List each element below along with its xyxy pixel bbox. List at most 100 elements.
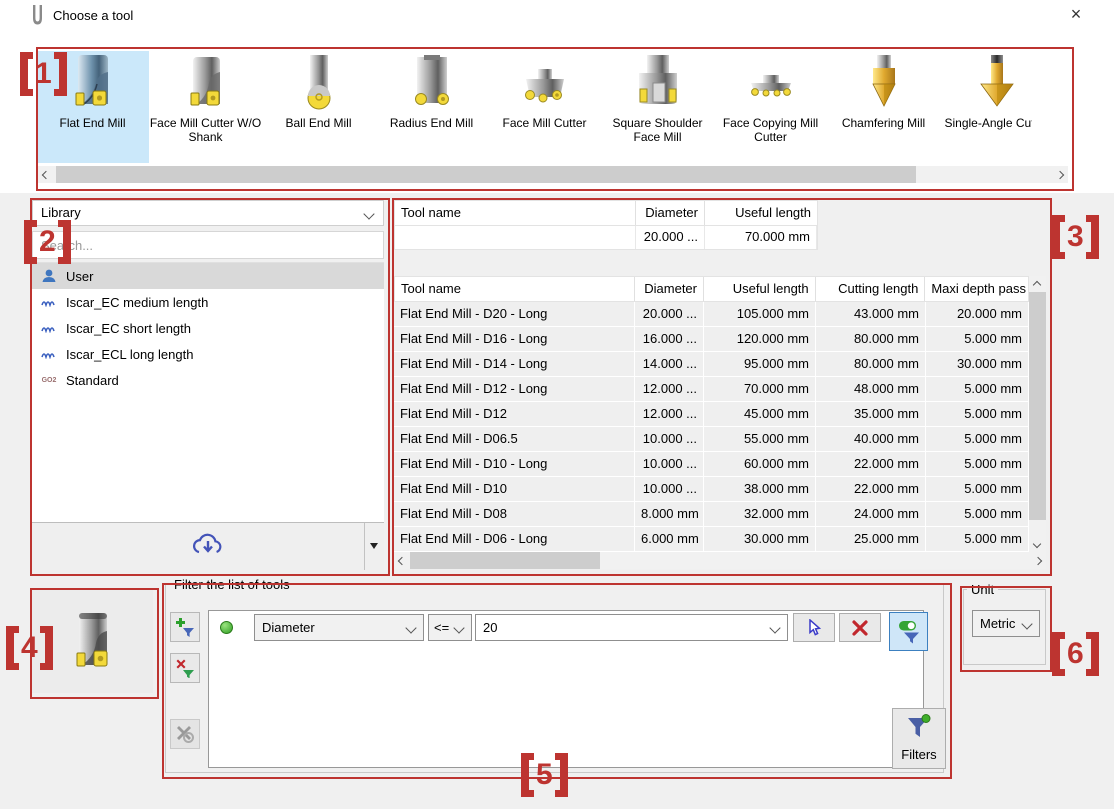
cell-maxi-depth: 5.000 mm <box>926 452 1029 476</box>
tool-type-label: Ball End Mill <box>262 116 375 130</box>
scroll-right-icon[interactable] <box>1052 166 1068 183</box>
add-filter-button[interactable] <box>170 612 200 642</box>
tool-row[interactable]: Flat End Mill - D20 - Long 20.000 ... 10… <box>394 302 1029 327</box>
cell-useful-length: 105.000 mm <box>704 302 816 326</box>
filters-button[interactable]: Filters <box>892 708 946 769</box>
tool-type-radius-end-mill[interactable]: Radius End Mill <box>375 51 488 163</box>
toggle-filter-button[interactable] <box>889 612 928 651</box>
unit-dropdown[interactable]: Metric <box>972 610 1040 637</box>
cell-useful-length: 38.000 mm <box>704 477 816 501</box>
cloud-download-button[interactable] <box>191 532 225 563</box>
filter-criteria-table: Tool name Diameter Useful length 20.000 … <box>394 200 818 250</box>
column-header-maxi-depth-pass[interactable]: Maxi depth pass <box>925 277 1028 301</box>
tool-type-label: Face Mill Cutter <box>488 116 601 130</box>
cell-diameter: 12.000 ... <box>635 377 704 401</box>
filter-field-dropdown[interactable]: Diameter <box>254 614 424 641</box>
library-item-iscar-ec-short[interactable]: Iscar_EC short length <box>32 315 384 341</box>
tool-type-face-mill-cutter-wo-shank[interactable]: Face Mill Cutter W/O Shank <box>149 51 262 163</box>
cell-useful-length: 55.000 mm <box>704 427 816 451</box>
cell-tool-name: Flat End Mill - D06.5 <box>394 427 635 451</box>
tool-type-square-shoulder-face-mill[interactable]: Square Shoulder Face Mill <box>601 51 714 163</box>
scroll-left-icon[interactable] <box>394 552 410 569</box>
cell-cutting-length: 40.000 mm <box>816 427 926 451</box>
filters-icon <box>906 714 932 740</box>
cloud-download-icon <box>191 532 225 558</box>
column-header-tool-name[interactable]: Tool name <box>395 277 635 301</box>
cell-cutting-length: 80.000 mm <box>816 352 926 376</box>
scroll-down-icon[interactable] <box>1029 535 1045 552</box>
library-dropdown[interactable]: Library <box>32 200 384 226</box>
cell-cutting-length: 24.000 mm <box>816 502 926 526</box>
cell-tool-name: Flat End Mill - D06 - Long <box>394 527 635 551</box>
tool-row[interactable]: Flat End Mill - D14 - Long 14.000 ... 95… <box>394 352 1029 377</box>
tool-row[interactable]: Flat End Mill - D08 8.000 mm 32.000 mm 2… <box>394 502 1029 527</box>
tools-table-vertical-scrollbar[interactable] <box>1029 276 1046 552</box>
tool-row[interactable]: Flat End Mill - D12 12.000 ... 45.000 mm… <box>394 402 1029 427</box>
scroll-right-icon[interactable] <box>1030 552 1046 569</box>
filter-value-combobox[interactable]: 20 <box>475 614 788 641</box>
scroll-left-icon[interactable] <box>38 166 54 183</box>
toggle-filter-icon <box>898 620 920 644</box>
choose-a-tool-dialog: Choose a tool × <box>0 0 1114 809</box>
column-header-diameter[interactable]: Diameter <box>636 201 705 225</box>
tool-type-chamfering-mill[interactable]: Chamfering Mill <box>827 51 940 163</box>
filter-table-row[interactable]: 20.000 ... 70.000 mm <box>394 226 818 250</box>
carousel-scrollbar[interactable] <box>38 166 1068 183</box>
filter-value-text: 20 <box>483 620 497 635</box>
tool-type-face-copying-mill-cutter[interactable]: Face Copying Mill Cutter <box>714 51 827 163</box>
library-bar-dropdown[interactable] <box>364 523 384 570</box>
scroll-up-icon[interactable] <box>1029 276 1045 293</box>
filter-operator-dropdown[interactable]: <= <box>428 614 472 641</box>
tool-row[interactable]: Flat End Mill - D12 - Long 12.000 ... 70… <box>394 377 1029 402</box>
horizontal-scrollbar-thumb[interactable] <box>410 552 600 569</box>
tool-row[interactable]: Flat End Mill - D06.5 10.000 ... 55.000 … <box>394 427 1029 452</box>
close-button[interactable]: × <box>1058 1 1094 28</box>
clear-filter-button[interactable] <box>839 613 881 642</box>
column-header-useful-length[interactable]: Useful length <box>704 277 816 301</box>
cell-maxi-depth: 5.000 mm <box>926 477 1029 501</box>
user-icon <box>39 268 59 284</box>
cell-diameter: 8.000 mm <box>635 502 704 526</box>
app-tool-icon <box>31 5 44 30</box>
tool-row[interactable]: Flat End Mill - D10 - Long 10.000 ... 60… <box>394 452 1029 477</box>
library-item-standard[interactable]: GO2 Standard <box>32 367 384 393</box>
cell-maxi-depth: 5.000 mm <box>926 377 1029 401</box>
library-dropdown-value: Library <box>41 205 81 220</box>
cell-maxi-depth: 5.000 mm <box>926 327 1029 351</box>
library-item-iscar-ecl-long[interactable]: Iscar_ECL long length <box>32 341 384 367</box>
search-input[interactable] <box>33 232 383 258</box>
tool-type-face-mill-cutter[interactable]: Face Mill Cutter <box>488 51 601 163</box>
dropdown-arrow-icon <box>370 543 378 549</box>
tool-row[interactable]: Flat End Mill - D10 10.000 ... 38.000 mm… <box>394 477 1029 502</box>
carousel-scrollbar-thumb[interactable] <box>56 166 916 183</box>
column-header-tool-name[interactable]: Tool name <box>395 201 636 225</box>
filter-value-tool-name[interactable] <box>395 226 636 249</box>
pick-value-button[interactable] <box>793 613 835 642</box>
tools-table-horizontal-scrollbar[interactable] <box>394 552 1046 569</box>
cell-diameter: 10.000 ... <box>635 452 704 476</box>
chevron-down-icon <box>769 622 780 633</box>
flat-end-mill-preview-icon <box>70 611 116 673</box>
tool-type-single-angle-cutter[interactable]: Single-Angle Cutter <box>940 51 1032 163</box>
column-header-cutting-length[interactable]: Cutting length <box>816 277 926 301</box>
column-header-diameter[interactable]: Diameter <box>635 277 704 301</box>
filter-value-diameter[interactable]: 20.000 ... <box>636 226 705 249</box>
tool-row[interactable]: Flat End Mill - D06 - Long 6.000 mm 30.0… <box>394 527 1029 552</box>
tool-type-carousel: Flat End Mill Face Mill Cutter W/O <box>38 49 1068 185</box>
go2-library-icon: GO2 <box>39 377 59 384</box>
library-item-label: Standard <box>66 373 119 388</box>
tool-type-ball-end-mill[interactable]: Ball End Mill <box>262 51 375 163</box>
face-mill-cutter-icon <box>517 53 573 111</box>
column-header-useful-length[interactable]: Useful length <box>705 201 817 225</box>
filter-value-useful-length[interactable]: 70.000 mm <box>705 226 817 249</box>
tool-row[interactable]: Flat End Mill - D16 - Long 16.000 ... 12… <box>394 327 1029 352</box>
library-item-user[interactable]: User <box>32 263 384 289</box>
vertical-scrollbar-thumb[interactable] <box>1029 292 1046 520</box>
library-item-iscar-ec-medium[interactable]: Iscar_EC medium length <box>32 289 384 315</box>
cell-tool-name: Flat End Mill - D16 - Long <box>394 327 635 351</box>
tool-type-flat-end-mill[interactable]: Flat End Mill <box>38 51 149 163</box>
remove-filter-button[interactable] <box>170 653 200 683</box>
library-item-label: Iscar_EC medium length <box>66 295 208 310</box>
add-filter-icon <box>175 617 195 637</box>
window-title: Choose a tool <box>53 8 133 23</box>
